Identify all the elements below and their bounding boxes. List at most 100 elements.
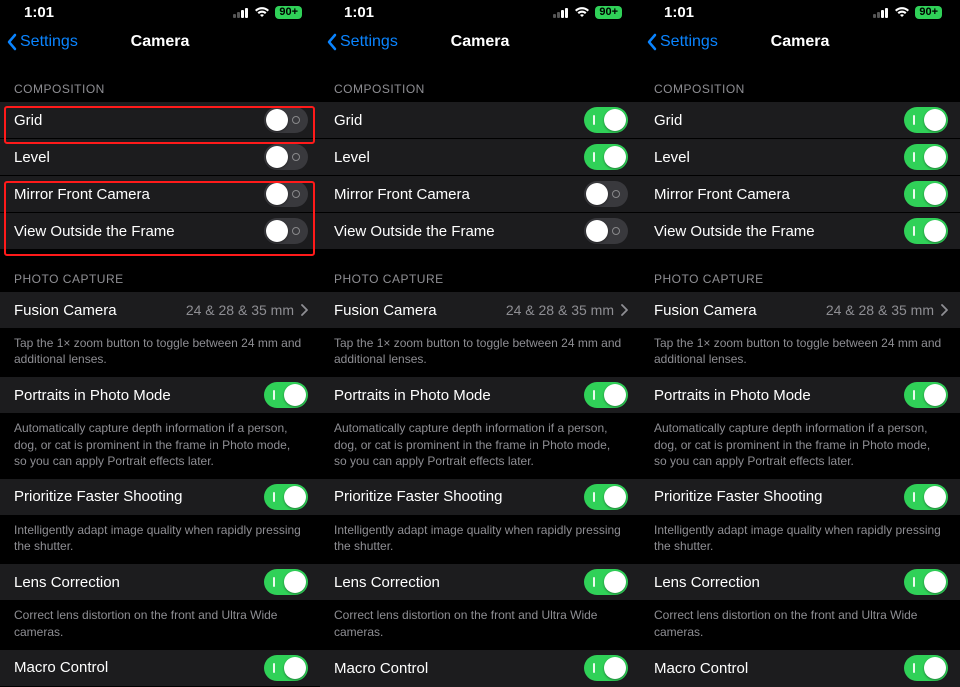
row-lens[interactable]: Lens Correction [320,564,640,601]
row-view-outside[interactable]: View Outside the Frame [0,213,320,250]
wifi-icon [894,6,910,18]
row-macro[interactable]: Macro Control [0,650,320,687]
chevron-left-icon [326,33,338,51]
row-label: Prioritize Faster Shooting [654,488,904,505]
nav-header: Settings Camera [320,24,640,60]
row-fusion-camera[interactable]: Fusion Camera 24 & 28 & 35 mm [0,292,320,329]
phone-right: 1:01 90+ Settings Camera COMPOSITION Gri… [640,0,960,687]
toggle-view-outside[interactable] [904,218,948,244]
row-label: Portraits in Photo Mode [334,387,584,404]
section-header-photo-capture: PHOTO CAPTURE [640,250,960,292]
battery-badge: 90+ [915,6,942,19]
toggle-mirror[interactable] [584,181,628,207]
row-portraits[interactable]: Portraits in Photo Mode [640,377,960,414]
row-mirror[interactable]: Mirror Front Camera [320,176,640,213]
chevron-left-icon [646,33,658,51]
wifi-icon [574,6,590,18]
footer-fusion: Tap the 1× zoom button to toggle between… [320,329,640,377]
row-label: Prioritize Faster Shooting [14,488,264,505]
row-prioritize[interactable]: Prioritize Faster Shooting [640,479,960,516]
toggle-grid[interactable] [264,107,308,133]
toggle-grid[interactable] [584,107,628,133]
section-header-photo-capture: PHOTO CAPTURE [0,250,320,292]
row-level[interactable]: Level [640,139,960,176]
cellular-icon [233,7,249,18]
row-label: Mirror Front Camera [654,186,904,203]
row-portraits[interactable]: Portraits in Photo Mode [0,377,320,414]
row-level[interactable]: Level [320,139,640,176]
row-prioritize[interactable]: Prioritize Faster Shooting [0,479,320,516]
row-lens[interactable]: Lens Correction [640,564,960,601]
footer-portraits: Automatically capture depth information … [0,414,320,479]
footer-prioritize: Intelligently adapt image quality when r… [320,516,640,564]
row-grid[interactable]: Grid [640,102,960,139]
toggle-portraits[interactable] [584,382,628,408]
toggle-prioritize[interactable] [904,484,948,510]
row-view-outside[interactable]: View Outside the Frame [640,213,960,250]
toggle-lens[interactable] [904,569,948,595]
row-prioritize[interactable]: Prioritize Faster Shooting [320,479,640,516]
back-button[interactable]: Settings [6,33,78,51]
footer-fusion: Tap the 1× zoom button to toggle between… [640,329,960,377]
section-header-composition: COMPOSITION [320,60,640,102]
row-mirror[interactable]: Mirror Front Camera [0,176,320,213]
footer-prioritize: Intelligently adapt image quality when r… [0,516,320,564]
row-label: Lens Correction [334,574,584,591]
back-button[interactable]: Settings [326,33,398,51]
phone-left: 1:01 90+ Settings Camera COMPOSITION Gri… [0,0,320,687]
status-bar: 1:01 90+ [0,0,320,24]
row-portraits[interactable]: Portraits in Photo Mode [320,377,640,414]
back-label: Settings [340,33,398,51]
toggle-level[interactable] [904,144,948,170]
toggle-level[interactable] [584,144,628,170]
row-value: 24 & 28 & 35 mm [506,302,614,318]
row-macro[interactable]: Macro Control [640,650,960,687]
row-label: Prioritize Faster Shooting [334,488,584,505]
back-label: Settings [660,33,718,51]
row-label: Lens Correction [654,574,904,591]
chevron-right-icon [300,304,308,316]
toggle-level[interactable] [264,144,308,170]
toggle-macro[interactable] [264,655,308,681]
row-mirror[interactable]: Mirror Front Camera [640,176,960,213]
toggle-macro[interactable] [584,655,628,681]
row-label: Grid [14,112,264,129]
toggle-portraits[interactable] [264,382,308,408]
toggle-grid[interactable] [904,107,948,133]
back-button[interactable]: Settings [646,33,718,51]
row-label: Level [14,149,264,166]
battery-badge: 90+ [275,6,302,19]
status-time: 1:01 [24,4,54,21]
cellular-icon [873,7,889,18]
footer-lens: Correct lens distortion on the front and… [0,601,320,649]
battery-badge: 90+ [595,6,622,19]
toggle-lens[interactable] [264,569,308,595]
row-fusion-camera[interactable]: Fusion Camera 24 & 28 & 35 mm [640,292,960,329]
row-label: Fusion Camera [334,302,506,319]
toggle-mirror[interactable] [264,181,308,207]
row-lens[interactable]: Lens Correction [0,564,320,601]
footer-lens: Correct lens distortion on the front and… [640,601,960,649]
row-level[interactable]: Level [0,139,320,176]
status-bar: 1:01 90+ [640,0,960,24]
toggle-mirror[interactable] [904,181,948,207]
section-header-composition: COMPOSITION [640,60,960,102]
status-icons: 90+ [233,6,302,19]
row-label: Level [654,149,904,166]
row-view-outside[interactable]: View Outside the Frame [320,213,640,250]
row-label: Macro Control [334,660,584,677]
wifi-icon [254,6,270,18]
toggle-prioritize[interactable] [264,484,308,510]
three-screenshot-stage: 1:01 90+ Settings Camera COMPOSITION Gri… [0,0,960,687]
toggle-lens[interactable] [584,569,628,595]
row-grid[interactable]: Grid [0,102,320,139]
chevron-right-icon [620,304,628,316]
row-fusion-camera[interactable]: Fusion Camera 24 & 28 & 35 mm [320,292,640,329]
toggle-portraits[interactable] [904,382,948,408]
row-macro[interactable]: Macro Control [320,650,640,687]
toggle-view-outside[interactable] [584,218,628,244]
toggle-prioritize[interactable] [584,484,628,510]
toggle-macro[interactable] [904,655,948,681]
row-grid[interactable]: Grid [320,102,640,139]
toggle-view-outside[interactable] [264,218,308,244]
